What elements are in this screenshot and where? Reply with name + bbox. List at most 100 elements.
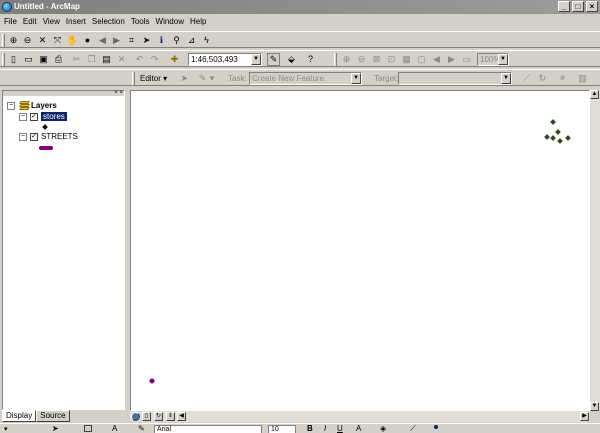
toggle-draft-mode-icon[interactable]: ▭ xyxy=(460,53,473,66)
scroll-right-icon[interactable]: ▶ xyxy=(580,412,589,421)
store-point[interactable] xyxy=(557,138,563,144)
cut-scissors-icon[interactable]: ✂ xyxy=(70,53,83,66)
hyperlink-icon[interactable]: ϟ xyxy=(200,34,213,47)
add-data-icon[interactable]: ✚ xyxy=(168,53,181,66)
sketch-properties-icon[interactable]: ▥ xyxy=(576,72,589,85)
toolbar-grip[interactable] xyxy=(132,72,135,85)
italic-icon[interactable]: I xyxy=(324,424,326,433)
text-tool-icon[interactable]: A xyxy=(112,424,117,433)
delete-icon[interactable]: ✕ xyxy=(115,53,128,66)
pen-tool-icon[interactable]: ✎ xyxy=(138,424,145,433)
data-view-globe-icon[interactable] xyxy=(131,412,140,421)
marker-color-icon[interactable] xyxy=(434,425,438,429)
store-point[interactable] xyxy=(565,135,571,141)
scroll-up-icon[interactable]: ▲ xyxy=(590,90,599,99)
layer-stores[interactable]: stores xyxy=(41,112,124,122)
select-elements-icon[interactable]: ➤ xyxy=(52,424,59,433)
copy-icon[interactable]: ❐ xyxy=(85,53,98,66)
store-point[interactable] xyxy=(550,135,556,141)
measure-icon[interactable]: ⊿ xyxy=(185,34,198,47)
sketch-tool-dropdown-icon[interactable]: ▾ xyxy=(208,72,216,85)
dropdown-arrow-icon[interactable]: ▼ xyxy=(501,73,511,84)
undo-icon[interactable]: ↶ xyxy=(133,53,146,66)
scroll-down-icon[interactable]: ▼ xyxy=(590,402,599,411)
arctoolbox-icon[interactable]: ⬙ xyxy=(285,53,298,66)
menu-tools[interactable]: Tools xyxy=(131,15,150,29)
toolbar-grip[interactable] xyxy=(2,34,5,47)
underline-icon[interactable]: U xyxy=(337,424,343,433)
new-document-icon[interactable]: ▯ xyxy=(7,53,20,66)
edit-tool-arrow-icon[interactable]: ➤ xyxy=(178,72,191,85)
fixed-zoom-out-icon[interactable]: ⤧ xyxy=(51,34,64,47)
select-elements-arrow-icon[interactable]: ➤ xyxy=(140,34,153,47)
layout-forward-icon[interactable]: ▶ xyxy=(445,53,458,66)
toc-close-icon[interactable]: × × xyxy=(114,90,123,96)
font-name-combo[interactable]: Arial xyxy=(154,425,262,433)
stores-visibility-checkbox[interactable]: ✓ xyxy=(30,113,38,121)
map-scale-combo[interactable]: 1:46,503,493 ▼ xyxy=(188,53,262,66)
fill-color-icon[interactable]: ◈ xyxy=(380,424,386,433)
layout-back-icon[interactable]: ◀ xyxy=(430,53,443,66)
rectangle-tool-icon[interactable] xyxy=(84,425,92,432)
save-disk-icon[interactable]: ▣ xyxy=(37,53,50,66)
toolbar-grip[interactable] xyxy=(2,53,5,66)
menu-edit[interactable]: Edit xyxy=(23,15,37,29)
stores-collapse-icon[interactable]: − xyxy=(19,113,27,121)
zoom-in-icon[interactable]: ⊕ xyxy=(7,34,20,47)
attributes-icon[interactable]: ✳ xyxy=(556,72,569,85)
toolbar-grip[interactable] xyxy=(334,53,337,66)
line-color-icon[interactable]: ⟋ xyxy=(410,424,416,433)
print-icon[interactable]: ⎙ xyxy=(52,53,65,66)
identify-icon[interactable]: ℹ xyxy=(155,34,168,47)
menu-insert[interactable]: Insert xyxy=(66,15,86,29)
font-color-icon[interactable]: A xyxy=(356,424,361,433)
layout-zoom-in-icon[interactable]: ⊕ xyxy=(340,53,353,66)
forward-arrow-icon[interactable]: ▶ xyxy=(110,34,123,47)
dropdown-arrow-icon[interactable]: ▼ xyxy=(251,54,261,65)
open-folder-icon[interactable]: ▭ xyxy=(22,53,35,66)
store-point[interactable] xyxy=(555,129,561,135)
layout-view-page-icon[interactable]: ▯ xyxy=(142,412,151,421)
select-features-icon[interactable]: ⌗ xyxy=(125,34,138,47)
menu-window[interactable]: Window xyxy=(156,15,184,29)
store-point[interactable] xyxy=(550,119,556,125)
split-tool-icon[interactable]: ⟋ xyxy=(520,72,533,85)
layer-streets[interactable]: STREETS xyxy=(41,132,78,142)
whats-this-help-icon[interactable]: ? xyxy=(304,53,317,66)
refresh-view-icon[interactable]: ↻ xyxy=(154,412,163,421)
tab-display[interactable]: Display xyxy=(2,410,37,422)
font-size-combo[interactable]: 10 xyxy=(268,425,296,433)
menu-view[interactable]: View xyxy=(43,15,60,29)
rotate-tool-icon[interactable]: ↻ xyxy=(536,72,549,85)
menu-help[interactable]: Help xyxy=(190,15,206,29)
dropdown-arrow-icon[interactable]: ▼ xyxy=(498,54,508,65)
map-vertical-scrollbar[interactable]: ▲ ▼ xyxy=(590,90,600,411)
tab-source[interactable]: Source xyxy=(36,410,70,422)
layout-fixed-zoom-in-icon[interactable]: ⊠ xyxy=(370,53,383,66)
full-extent-globe-icon[interactable]: ● xyxy=(81,34,94,47)
layout-fixed-zoom-out-icon[interactable]: ⊡ xyxy=(385,53,398,66)
paste-icon[interactable]: ▤ xyxy=(100,53,113,66)
close-button[interactable]: × xyxy=(586,1,598,12)
streets-collapse-icon[interactable]: − xyxy=(19,133,27,141)
streets-visibility-checkbox[interactable]: ✓ xyxy=(30,133,38,141)
target-combo[interactable]: ▼ xyxy=(398,72,512,85)
store-point[interactable] xyxy=(544,134,550,140)
back-arrow-icon[interactable]: ◀ xyxy=(96,34,109,47)
layers-root-label[interactable]: Layers xyxy=(31,101,57,111)
minimize-button[interactable]: _ xyxy=(558,1,570,12)
map-canvas[interactable] xyxy=(130,90,590,411)
bold-icon[interactable]: B xyxy=(307,424,313,433)
drawing-menu-icon[interactable]: ▾ xyxy=(4,425,8,433)
pause-drawing-icon[interactable]: ‖ xyxy=(166,412,175,421)
editor-toolbar-icon[interactable]: ✎ xyxy=(267,53,280,66)
map-horizontal-scrollbar[interactable]: ▯ ↻ ‖ ◀ ▶ xyxy=(130,411,590,422)
dropdown-arrow-icon[interactable]: ▼ xyxy=(351,73,361,84)
scroll-left-icon[interactable]: ◀ xyxy=(177,412,186,421)
zoom-percent-combo[interactable]: 100% ▼ xyxy=(477,53,509,66)
maximize-button[interactable]: □ xyxy=(572,1,584,12)
zoom-out-icon[interactable]: ⊖ xyxy=(21,34,34,47)
layers-collapse-icon[interactable]: − xyxy=(7,102,15,110)
menu-selection[interactable]: Selection xyxy=(92,15,125,29)
pan-hand-icon[interactable]: ✋ xyxy=(66,34,79,47)
